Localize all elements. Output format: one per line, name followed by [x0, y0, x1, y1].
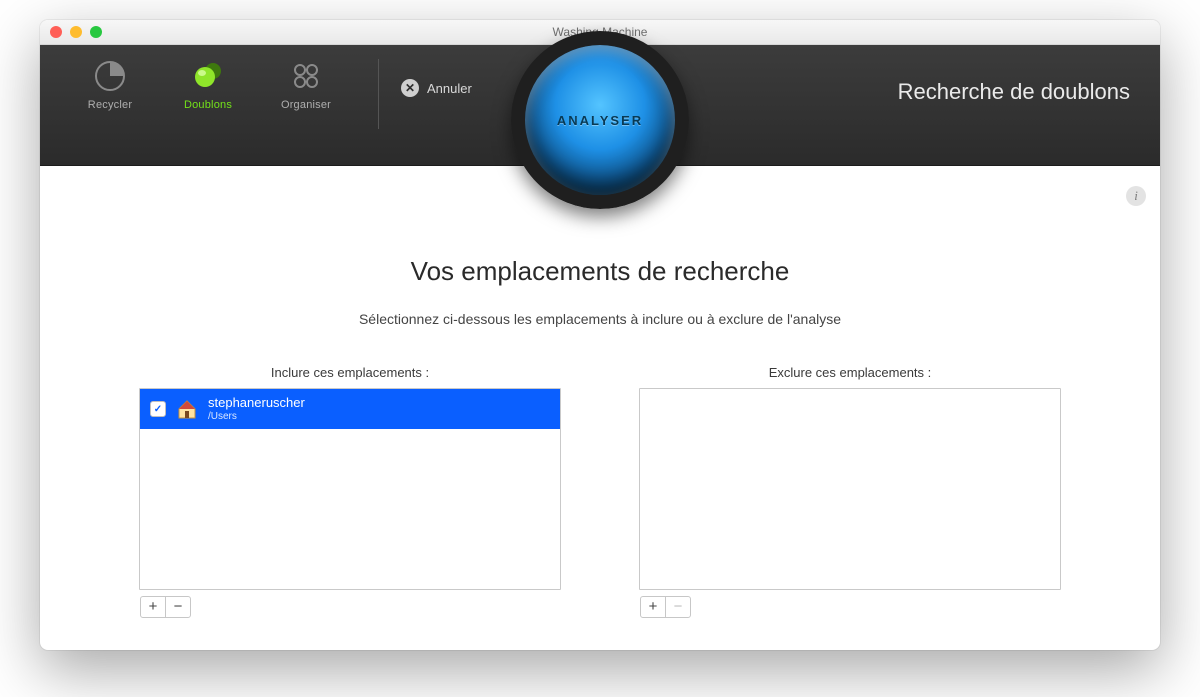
- content-heading: Vos emplacements de recherche: [120, 256, 1080, 287]
- tab-doublons-label: Doublons: [184, 99, 232, 111]
- page-title: Recherche de doublons: [898, 79, 1130, 105]
- zoom-window-button[interactable]: [90, 26, 102, 38]
- cancel-button[interactable]: ✕ Annuler: [401, 79, 472, 97]
- include-item-name: stephaneruscher: [208, 396, 305, 410]
- toolbar: Recycler Doublons: [40, 45, 1160, 166]
- exclude-add-button[interactable]: +: [641, 597, 665, 617]
- include-add-remove: + −: [140, 596, 191, 618]
- close-window-button[interactable]: [50, 26, 62, 38]
- include-column: Inclure ces emplacements :: [140, 365, 560, 618]
- tab-doublons[interactable]: Doublons: [168, 59, 248, 111]
- exclude-column: Exclure ces emplacements : + −: [640, 365, 1060, 618]
- organiser-icon: [289, 59, 323, 93]
- tab-recycler[interactable]: Recycler: [70, 59, 150, 111]
- include-add-button[interactable]: +: [141, 597, 165, 617]
- minimize-window-button[interactable]: [70, 26, 82, 38]
- exclude-remove-button: −: [665, 597, 690, 617]
- tab-recycler-label: Recycler: [88, 99, 132, 111]
- content-area: i Vos emplacements de recherche Sélectio…: [40, 166, 1160, 650]
- window-controls: [50, 26, 102, 38]
- toolbar-divider: [378, 59, 379, 129]
- include-item-text: stephaneruscher /Users: [208, 396, 305, 421]
- include-item-path: /Users: [208, 411, 305, 422]
- info-button[interactable]: i: [1126, 186, 1146, 206]
- doublons-icon: [191, 59, 225, 93]
- recycler-icon: [93, 59, 127, 93]
- cancel-label: Annuler: [427, 81, 472, 96]
- include-remove-button[interactable]: −: [165, 597, 190, 617]
- location-columns: Inclure ces emplacements :: [120, 365, 1080, 618]
- tab-organiser-label: Organiser: [281, 99, 331, 111]
- exclude-title: Exclure ces emplacements :: [769, 365, 932, 380]
- exclude-add-remove: + −: [640, 596, 691, 618]
- app-window: Washing Machine Recycler: [40, 20, 1160, 650]
- include-item-checkbox[interactable]: [150, 401, 166, 417]
- cancel-icon: ✕: [401, 79, 419, 97]
- tab-organiser[interactable]: Organiser: [266, 59, 346, 111]
- include-item[interactable]: stephaneruscher /Users: [140, 389, 560, 429]
- home-folder-icon: [176, 398, 198, 420]
- content-subheading: Sélectionnez ci-dessous les emplacements…: [120, 311, 1080, 327]
- exclude-listbox[interactable]: [639, 388, 1061, 590]
- include-title: Inclure ces emplacements :: [271, 365, 429, 380]
- analyse-label: ANALYSER: [557, 113, 643, 128]
- include-listbox[interactable]: stephaneruscher /Users: [139, 388, 561, 590]
